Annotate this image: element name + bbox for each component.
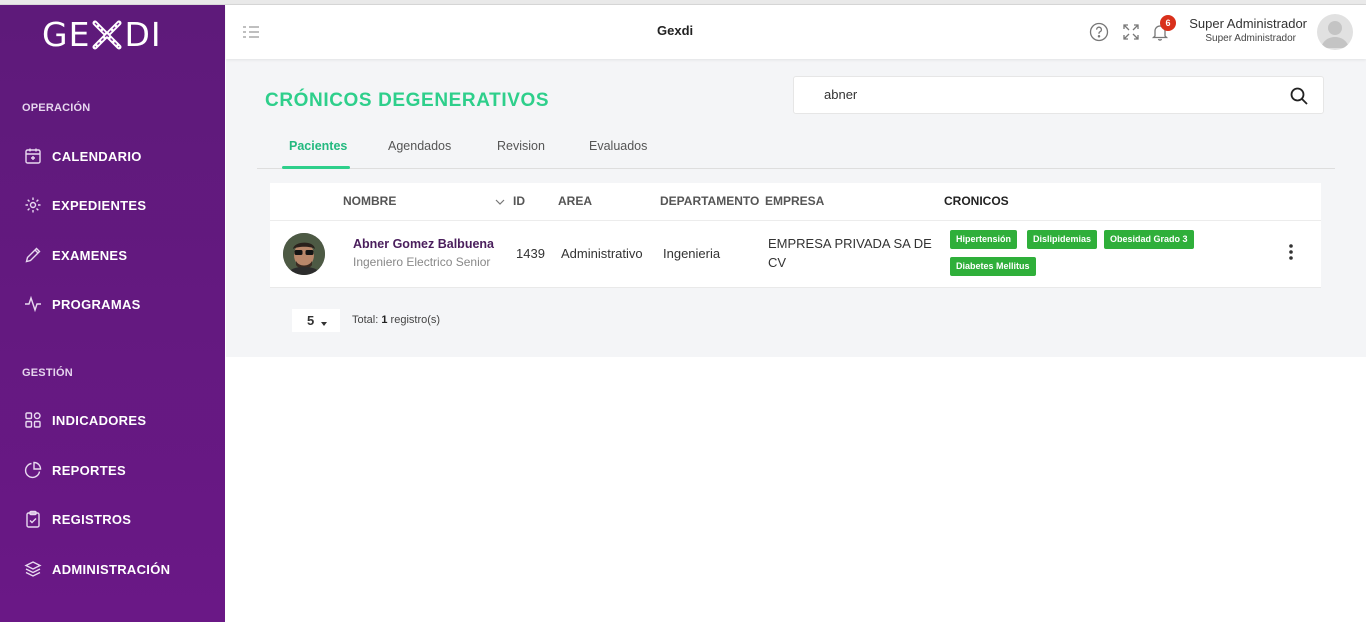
sort-chevron-down-icon[interactable]: [494, 195, 506, 207]
column-header-nombre[interactable]: NOMBRE: [343, 194, 396, 208]
pen-icon: [24, 246, 42, 264]
logo-text-left: GE: [42, 15, 91, 54]
user-name[interactable]: Super Administrador: [1189, 16, 1307, 31]
chronic-tag-hipertension: Hipertensión: [950, 230, 1018, 249]
sidebar-item-label: EXAMENES: [52, 247, 128, 263]
sidebar-item-label: REPORTES: [52, 462, 126, 478]
layers-icon: [24, 560, 42, 578]
caret-down-icon: [320, 310, 327, 333]
tab-pacientes[interactable]: Pacientes: [289, 139, 347, 153]
total-prefix: Total:: [352, 314, 379, 326]
search-icon[interactable]: [1289, 86, 1309, 106]
search-box: [793, 76, 1324, 114]
patient-avatar: [283, 233, 325, 275]
sidebar-item-registros[interactable]: REGISTROS: [24, 510, 131, 528]
cell-empresa-line1: EMPRESA PRIVADA SA DE: [768, 236, 932, 251]
main-content: CRÓNICOS DEGENERATIVOS Pacientes Agendad…: [226, 59, 1366, 357]
sidebar-item-calendario[interactable]: CALENDARIO: [24, 147, 142, 165]
user-avatar[interactable]: [1317, 14, 1353, 50]
help-icon[interactable]: [1089, 22, 1109, 42]
section-gestion: GESTIÓN: [22, 367, 73, 379]
column-header-cronicos[interactable]: CRONICOS: [944, 194, 1009, 208]
sidebar-item-indicadores[interactable]: INDICADORES: [24, 411, 146, 429]
user-role: Super Administrador: [1205, 33, 1296, 44]
search-input[interactable]: [824, 87, 1264, 102]
active-tab-indicator: [282, 166, 350, 169]
logo-mark-icon: [91, 19, 123, 51]
cell-area: Administrativo: [561, 246, 643, 261]
sidebar-item-label: CALENDARIO: [52, 148, 142, 164]
section-operacion: OPERACIÓN: [22, 102, 91, 114]
calendar-icon: [24, 147, 42, 165]
sidebar-item-reportes[interactable]: REPORTES: [24, 461, 126, 479]
folder-gear-icon: [24, 196, 42, 214]
column-header-departamento[interactable]: DEPARTAMENTO: [660, 194, 759, 208]
patients-table: NOMBRE ID AREA DEPARTAMENTO EMPRESA CRON…: [270, 183, 1321, 288]
top-header: Gexdi 6 Super Administrador Super Admini…: [226, 5, 1366, 59]
sidebar: GE DI OPERACIÓN CALENDARIO EXPEDIENTES E…: [0, 5, 225, 622]
notification-badge: 6: [1160, 15, 1176, 31]
total-count: 1: [381, 314, 388, 326]
grid-icon: [24, 411, 42, 429]
sidebar-item-label: PROGRAMAS: [52, 296, 141, 312]
sidebar-item-examenes[interactable]: EXAMENES: [24, 246, 127, 264]
cell-id: 1439: [516, 246, 545, 261]
total-records: Total: 1 registro(s): [352, 314, 440, 326]
sidebar-item-label: EXPEDIENTES: [52, 197, 147, 213]
sidebar-item-administracion[interactable]: ADMINISTRACIÓN: [24, 560, 170, 578]
tab-evaluados[interactable]: Evaluados: [589, 139, 647, 153]
sidebar-item-label: INDICADORES: [52, 412, 147, 428]
row-actions-kebab-icon[interactable]: [1285, 243, 1297, 261]
chronic-tag-obesidad: Obesidad Grado 3: [1104, 230, 1194, 249]
tab-agendados[interactable]: Agendados: [388, 139, 451, 153]
page-title: CRÓNICOS DEGENERATIVOS: [265, 90, 550, 111]
chronic-tag-dislipidemias: Dislipidemias: [1027, 230, 1098, 249]
app-title: Gexdi: [657, 23, 694, 38]
clipboard-check-icon: [24, 510, 42, 528]
menu-toggle-icon[interactable]: [242, 25, 260, 39]
logo-text-right: DI: [124, 15, 162, 54]
total-suffix: registro(s): [390, 314, 441, 326]
cell-empresa-line2: CV: [768, 255, 787, 270]
logo[interactable]: GE DI: [42, 15, 162, 54]
patient-job-title: Ingeniero Electrico Senior: [353, 255, 491, 269]
page-size-select[interactable]: 5: [292, 309, 340, 332]
pie-chart-icon: [24, 461, 42, 479]
chronic-tag-diabetes: Diabetes Mellitus: [950, 257, 1036, 276]
sidebar-item-label: REGISTROS: [52, 511, 132, 527]
column-header-empresa[interactable]: EMPRESA: [765, 194, 824, 208]
tabs: Pacientes Agendados Revision Evaluados: [257, 129, 1335, 169]
cell-departamento: Ingenieria: [663, 246, 721, 261]
sidebar-item-label: ADMINISTRACIÓN: [52, 561, 171, 577]
sidebar-item-programas[interactable]: PROGRAMAS: [24, 295, 141, 313]
page-size-value: 5: [307, 313, 315, 328]
column-header-area[interactable]: AREA: [558, 194, 592, 208]
tab-revision[interactable]: Revision: [497, 139, 545, 153]
column-header-id[interactable]: ID: [513, 194, 525, 208]
header-divider: [270, 220, 1321, 221]
sidebar-item-expedientes[interactable]: EXPEDIENTES: [24, 196, 146, 214]
fullscreen-icon[interactable]: [1121, 22, 1141, 42]
row-divider: [270, 287, 1321, 288]
pulse-icon: [24, 295, 42, 313]
patient-name-link[interactable]: Abner Gomez Balbuena: [353, 237, 494, 251]
